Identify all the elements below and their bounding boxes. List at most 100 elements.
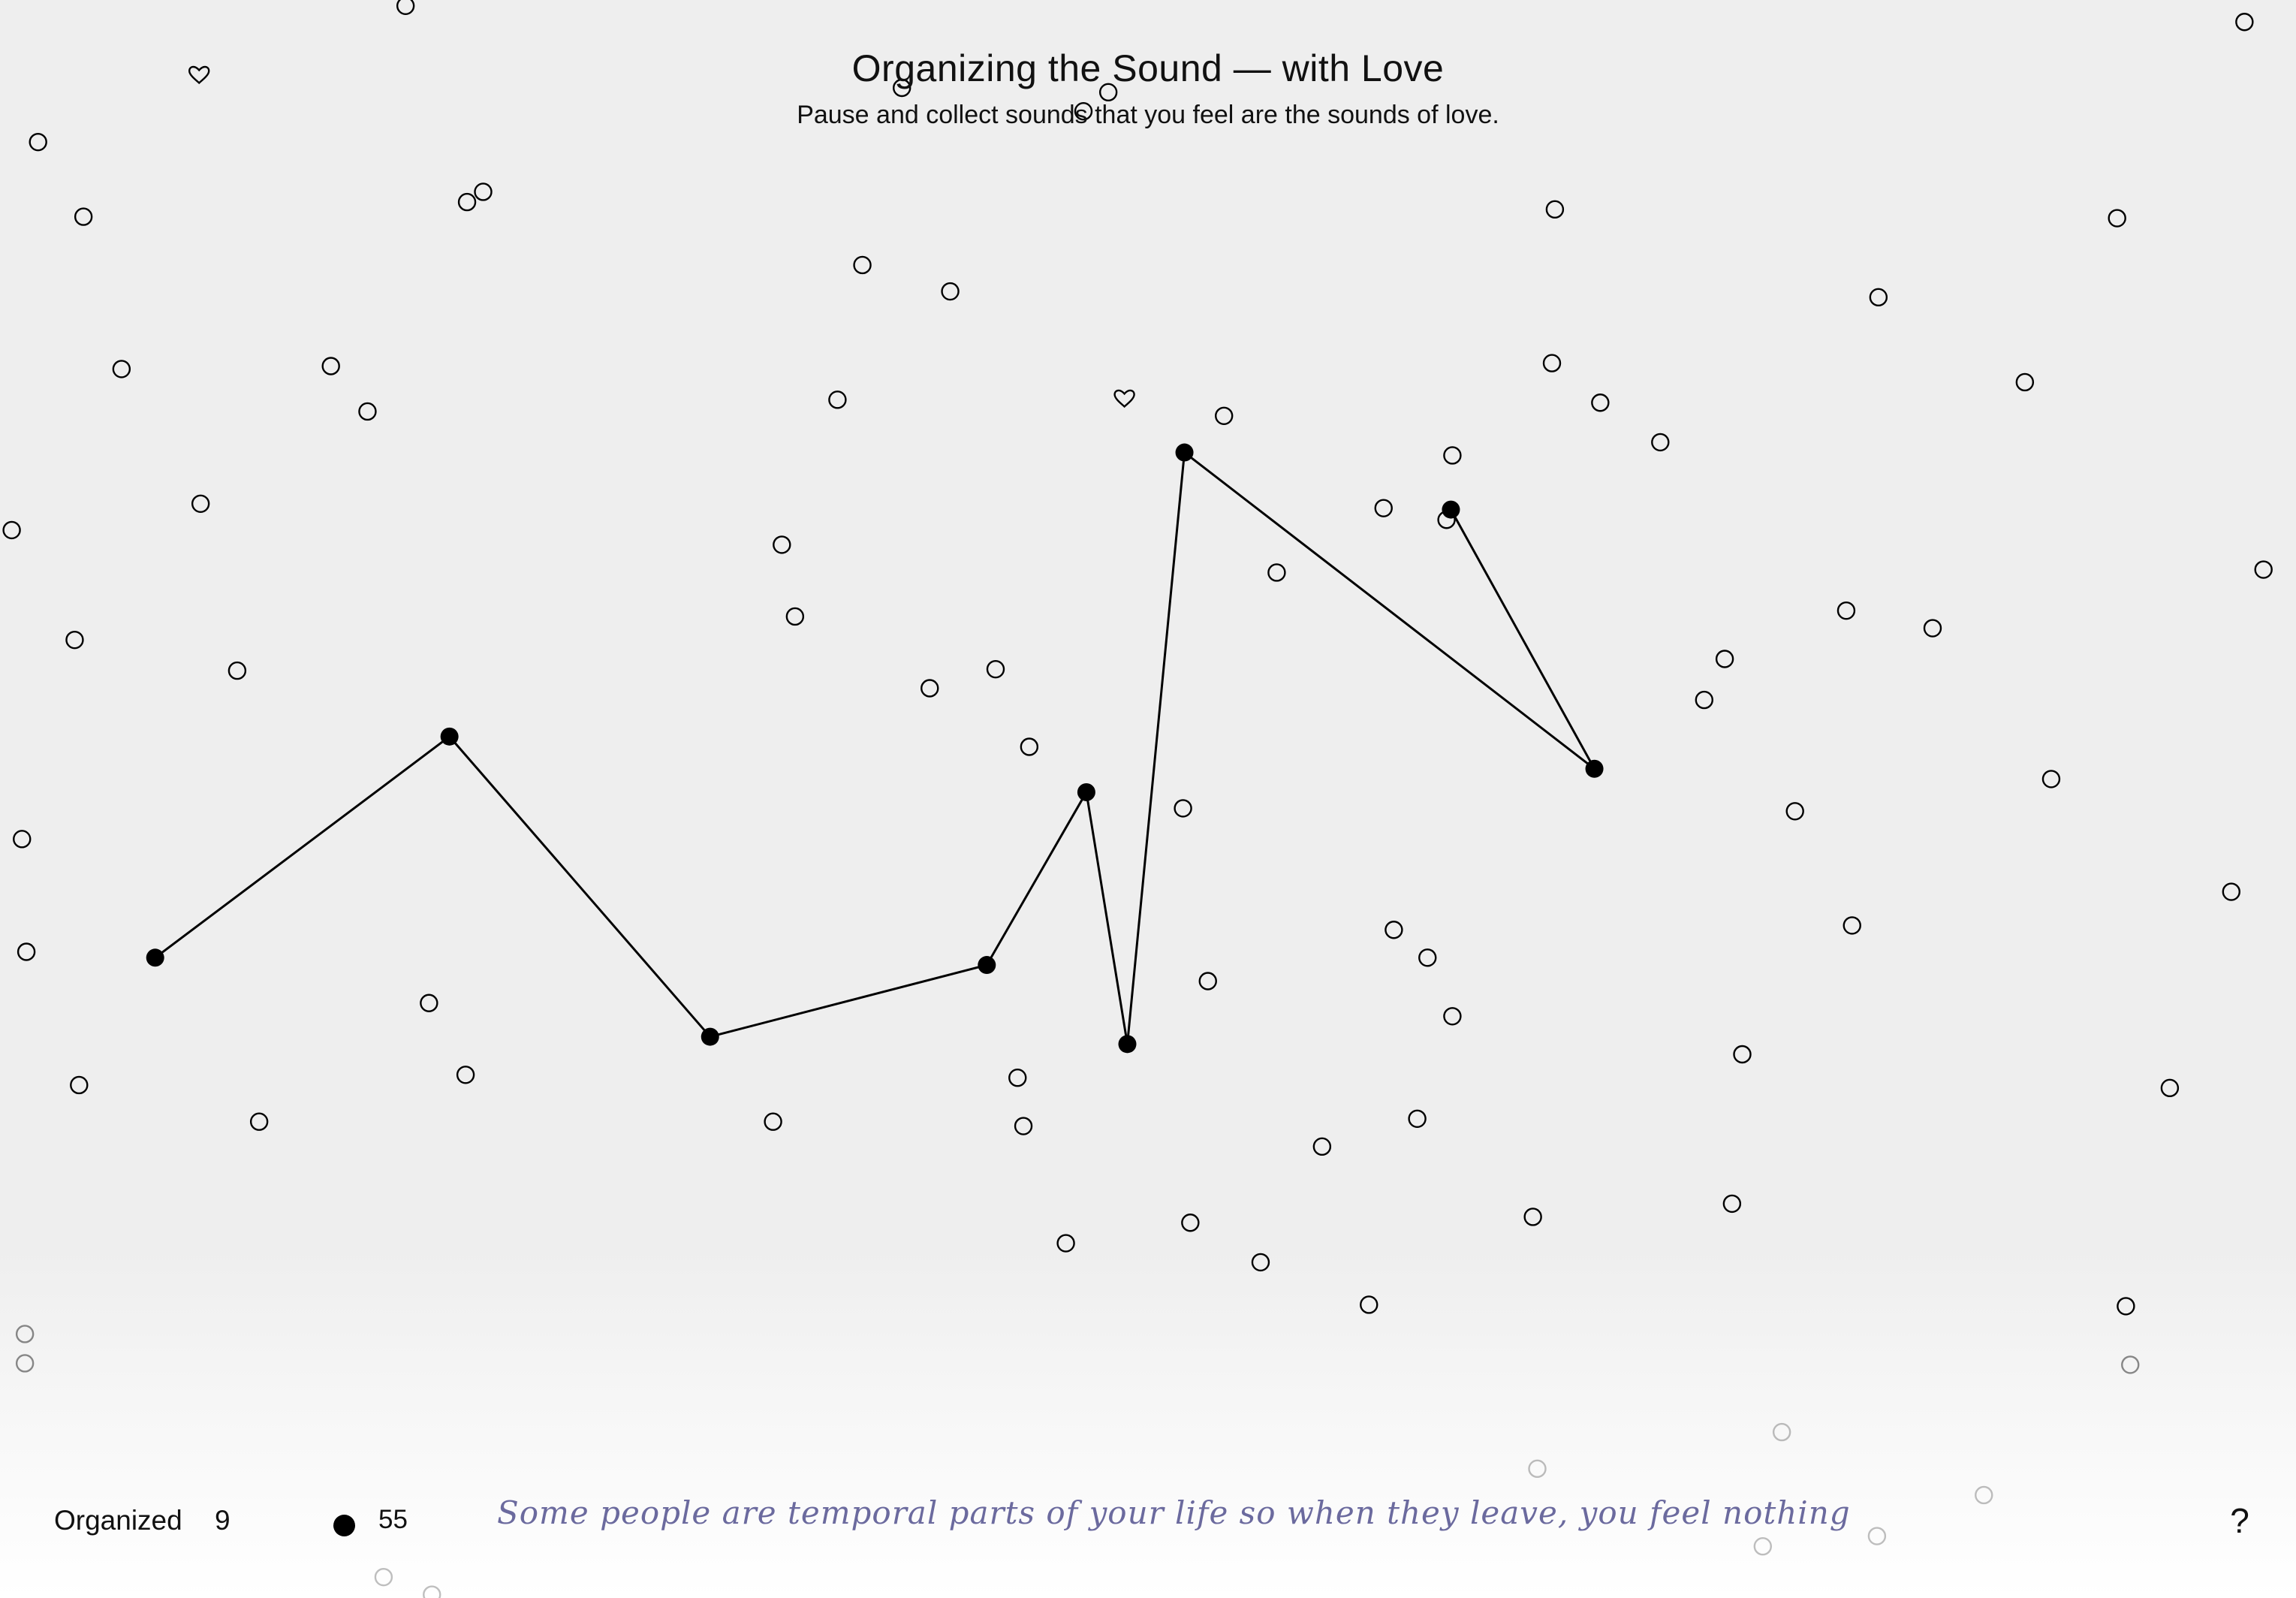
organized-label: Organized: [54, 1505, 182, 1536]
heart-icon[interactable]: [188, 65, 210, 85]
sound-points[interactable]: [2, 0, 2273, 1598]
sound-circle-icon[interactable]: [1542, 354, 1562, 372]
sound-circle-icon[interactable]: [1408, 1109, 1427, 1129]
sound-circle-icon[interactable]: [1174, 799, 1192, 818]
sound-circle-icon[interactable]: [1843, 916, 1861, 935]
sound-circle-icon[interactable]: [785, 607, 805, 626]
sound-circle-icon[interactable]: [1715, 650, 1734, 668]
collected-sound-dot-icon[interactable]: [978, 956, 996, 975]
sound-circle-icon[interactable]: [457, 192, 477, 212]
organized-path: [154, 450, 1595, 1045]
sound-circle-icon[interactable]: [2235, 13, 2254, 32]
sound-circle-icon[interactable]: [396, 0, 415, 15]
sound-circle-icon[interactable]: [1418, 948, 1437, 967]
sound-circle-icon[interactable]: [1014, 1117, 1033, 1135]
love-sound-points[interactable]: [188, 65, 1135, 409]
sound-circle-icon[interactable]: [1772, 1422, 1791, 1442]
sound-circle-icon[interactable]: [2222, 882, 2241, 901]
collected-points[interactable]: [146, 443, 1604, 1054]
sound-circle-icon[interactable]: [921, 679, 939, 698]
sound-circle-icon[interactable]: [374, 1567, 393, 1587]
sound-circle-icon[interactable]: [1360, 1295, 1379, 1314]
sound-circle-icon[interactable]: [1198, 972, 1217, 990]
sound-circle-icon[interactable]: [191, 494, 210, 513]
sound-circle-icon[interactable]: [474, 182, 493, 201]
sound-circle-icon[interactable]: [249, 1112, 269, 1131]
collected-sound-dot-icon[interactable]: [1118, 1035, 1137, 1054]
filled-dot-icon: [333, 1515, 355, 1536]
collected-sound-dot-icon[interactable]: [440, 727, 459, 746]
sound-circle-icon[interactable]: [2041, 770, 2061, 788]
sound-circle-icon[interactable]: [1443, 1007, 1462, 1026]
sound-circle-icon[interactable]: [65, 630, 84, 650]
sound-circle-icon[interactable]: [1020, 737, 1039, 756]
sound-circle-icon[interactable]: [112, 360, 131, 378]
sound-circle-icon[interactable]: [17, 942, 36, 961]
sound-circle-icon[interactable]: [456, 1066, 475, 1084]
sound-circle-icon[interactable]: [227, 661, 247, 680]
sound-circle-icon[interactable]: [941, 282, 960, 301]
sound-circle-icon[interactable]: [74, 207, 93, 226]
sound-circle-icon[interactable]: [2108, 209, 2126, 228]
sound-circle-icon[interactable]: [2015, 372, 2035, 392]
sound-circle-icon[interactable]: [1385, 921, 1403, 939]
sound-circle-icon[interactable]: [892, 78, 911, 98]
collected-sound-dot-icon[interactable]: [1585, 759, 1604, 778]
sound-circle-icon[interactable]: [1374, 499, 1393, 517]
sound-circle-icon[interactable]: [1545, 200, 1565, 219]
sound-circle-icon[interactable]: [1528, 1459, 1547, 1479]
sound-circle-icon[interactable]: [853, 255, 872, 275]
sound-circle-icon[interactable]: [70, 1075, 89, 1095]
sound-circle-icon[interactable]: [986, 659, 1005, 679]
sound-circle-icon[interactable]: [828, 390, 847, 409]
sound-circle-icon[interactable]: [1591, 393, 1610, 412]
sound-circle-icon[interactable]: [1722, 1194, 1742, 1214]
sound-circle-icon[interactable]: [2121, 1355, 2140, 1374]
dot-count: 55: [378, 1505, 408, 1534]
sound-circle-icon[interactable]: [1074, 101, 1093, 121]
sound-circle-icon[interactable]: [1098, 83, 1118, 102]
sound-circle-icon[interactable]: [773, 535, 791, 554]
sound-circle-icon[interactable]: [13, 830, 32, 849]
quote-text: Some people are temporal parts of your l…: [497, 1494, 1851, 1531]
sound-circle-icon[interactable]: [2, 520, 21, 540]
sound-circle-icon[interactable]: [1443, 446, 1462, 465]
sound-circle-icon[interactable]: [1733, 1045, 1752, 1064]
collected-sound-dot-icon[interactable]: [1175, 443, 1194, 462]
sound-field[interactable]: [0, 0, 2296, 1598]
sound-circle-icon[interactable]: [1267, 563, 1286, 582]
sound-circle-icon[interactable]: [15, 1325, 35, 1343]
organized-path-line: [154, 450, 1595, 1045]
sound-circle-icon[interactable]: [1695, 690, 1714, 710]
sound-circle-icon[interactable]: [2254, 560, 2273, 579]
sound-circle-icon[interactable]: [358, 402, 377, 421]
sound-circle-icon[interactable]: [1056, 1234, 1075, 1253]
sound-circle-icon[interactable]: [1836, 601, 1856, 620]
sound-circle-icon[interactable]: [2117, 1297, 2135, 1316]
sound-circle-icon[interactable]: [423, 1585, 441, 1598]
sound-circle-icon[interactable]: [1785, 802, 1804, 821]
heart-icon[interactable]: [1113, 389, 1135, 409]
help-button[interactable]: ?: [2221, 1500, 2258, 1542]
sound-circle-icon[interactable]: [764, 1112, 782, 1131]
collected-sound-dot-icon[interactable]: [1077, 782, 1095, 801]
sound-circle-icon[interactable]: [1214, 406, 1234, 425]
sound-circle-icon[interactable]: [29, 132, 47, 152]
status-bar: Organized 9 55 Some people are temporal …: [0, 1494, 2296, 1554]
collected-sound-dot-icon[interactable]: [701, 1027, 719, 1046]
sound-circle-icon[interactable]: [1251, 1253, 1270, 1272]
sound-circle-icon[interactable]: [15, 1354, 35, 1373]
collected-sound-dot-icon[interactable]: [146, 948, 164, 967]
sound-circle-icon[interactable]: [1181, 1214, 1200, 1232]
sound-circle-icon[interactable]: [1008, 1068, 1027, 1087]
sound-circle-icon[interactable]: [1523, 1208, 1542, 1226]
sound-circle-icon[interactable]: [1923, 619, 1942, 638]
sound-circle-icon[interactable]: [321, 357, 340, 375]
sound-circle-icon[interactable]: [1312, 1137, 1332, 1156]
collected-sound-dot-icon[interactable]: [1442, 500, 1460, 519]
sound-circle-icon[interactable]: [420, 993, 438, 1012]
organized-count: 9: [215, 1505, 231, 1536]
sound-circle-icon[interactable]: [2160, 1078, 2180, 1098]
sound-circle-icon[interactable]: [1651, 433, 1670, 452]
sound-circle-icon[interactable]: [1869, 288, 1888, 307]
